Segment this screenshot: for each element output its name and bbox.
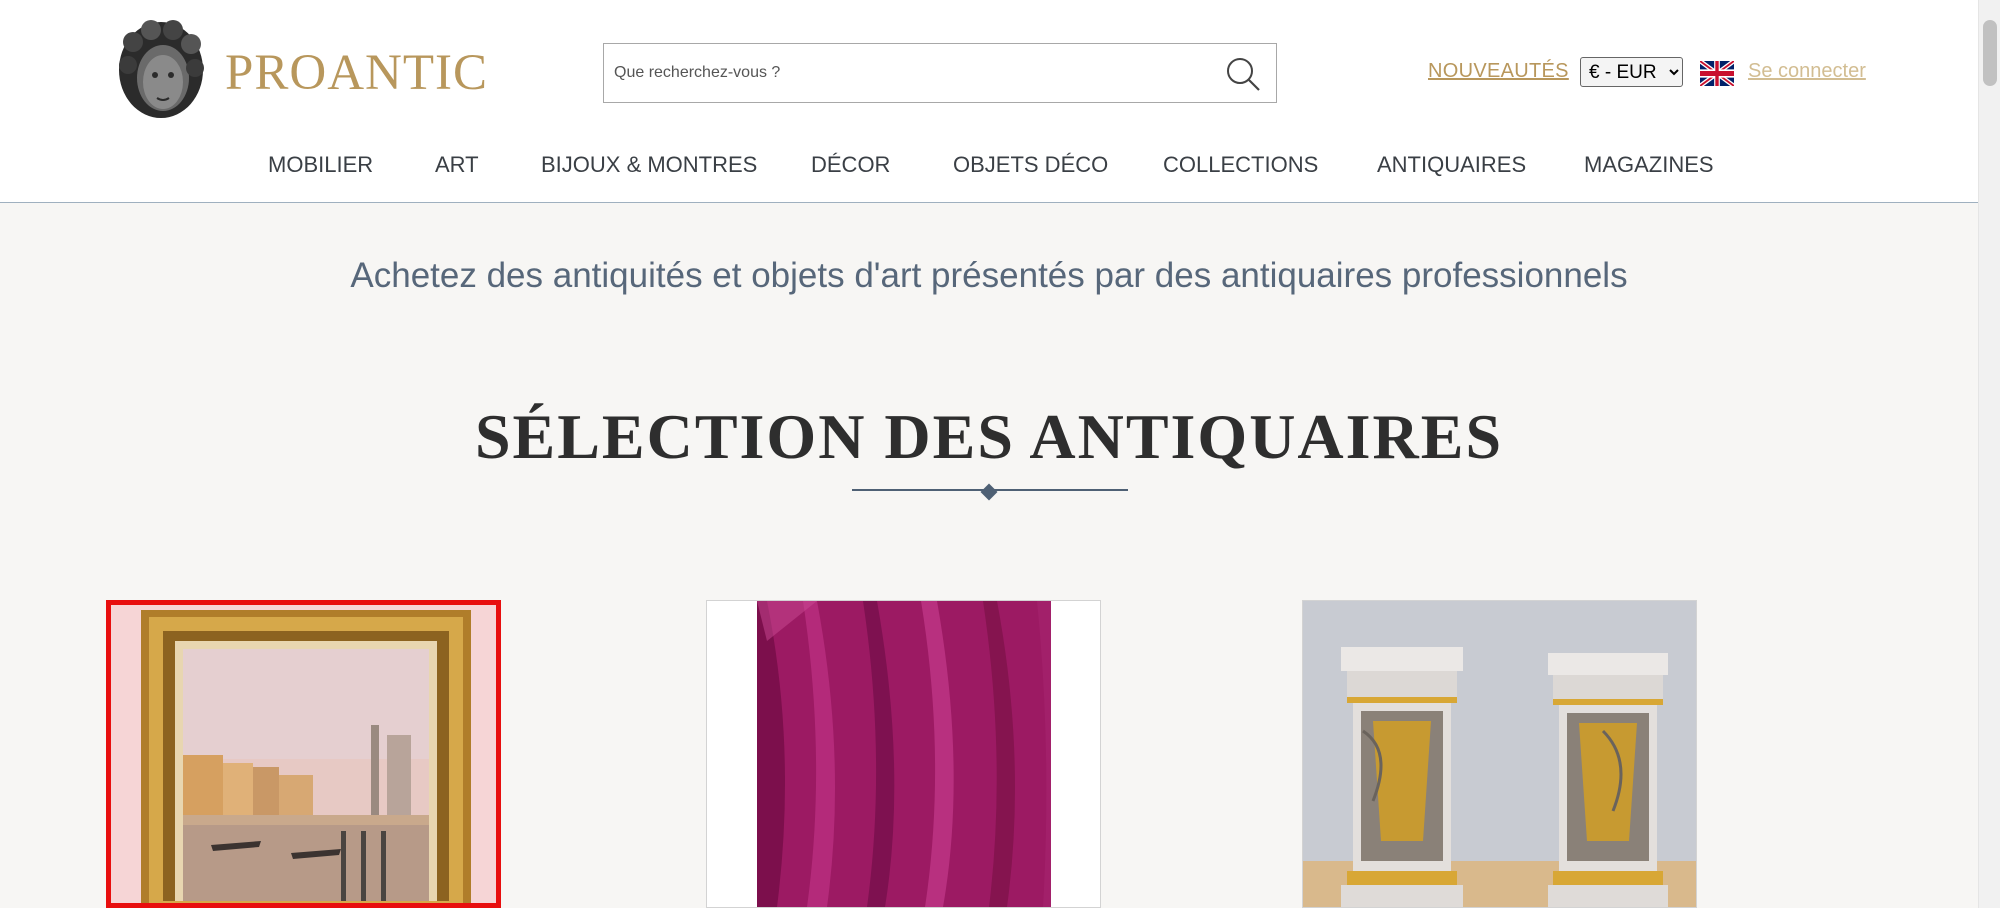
nav-item-collections[interactable]: COLLECTIONS bbox=[1163, 152, 1318, 178]
page-scrollbar[interactable] bbox=[1978, 0, 2000, 908]
logo-text: PROANTIC bbox=[225, 45, 489, 101]
product-card-fabric[interactable] bbox=[706, 600, 1101, 908]
nav-item-magazines[interactable]: MAGAZINES bbox=[1584, 152, 1714, 178]
logo-bust-icon bbox=[119, 20, 204, 118]
nav-item-art[interactable]: ART bbox=[435, 152, 479, 178]
main-nav: MOBILIER ART BIJOUX & MONTRES DÉCOR OBJE… bbox=[0, 152, 1978, 182]
currency-select[interactable]: € - EUR bbox=[1580, 57, 1683, 87]
product-image-velvet-fabric bbox=[707, 601, 1100, 907]
nav-item-objets-deco[interactable]: OBJETS DÉCO bbox=[953, 152, 1108, 178]
tagline: Achetez des antiquités et objets d'art p… bbox=[350, 256, 1628, 295]
product-card-pedestals[interactable] bbox=[1302, 600, 1697, 908]
search-box bbox=[603, 43, 1277, 103]
nav-item-mobilier[interactable]: MOBILIER bbox=[268, 152, 373, 178]
section-title: SÉLECTION DES ANTIQUAIRES bbox=[474, 401, 1504, 472]
search-input[interactable] bbox=[614, 58, 1204, 88]
product-image-venice-painting bbox=[111, 605, 496, 903]
login-link[interactable]: Se connecter bbox=[1748, 60, 1866, 83]
nav-item-antiquaires[interactable]: ANTIQUAIRES bbox=[1377, 152, 1526, 178]
product-card-painting[interactable] bbox=[106, 600, 501, 908]
nav-item-bijoux-montres[interactable]: BIJOUX & MONTRES bbox=[541, 152, 757, 178]
title-divider-diamond bbox=[980, 483, 998, 501]
site-header: PROANTIC NOUVEAUTÉS € - EUR Se connecter… bbox=[0, 0, 1978, 203]
uk-flag-icon[interactable] bbox=[1700, 61, 1734, 86]
nouveautes-link[interactable]: NOUVEAUTÉS bbox=[1428, 60, 1569, 83]
scrollbar-thumb[interactable] bbox=[1983, 20, 1997, 86]
search-icon[interactable] bbox=[1224, 55, 1262, 93]
product-image-marble-pedestals bbox=[1303, 601, 1696, 907]
nav-item-decor[interactable]: DÉCOR bbox=[811, 152, 890, 178]
